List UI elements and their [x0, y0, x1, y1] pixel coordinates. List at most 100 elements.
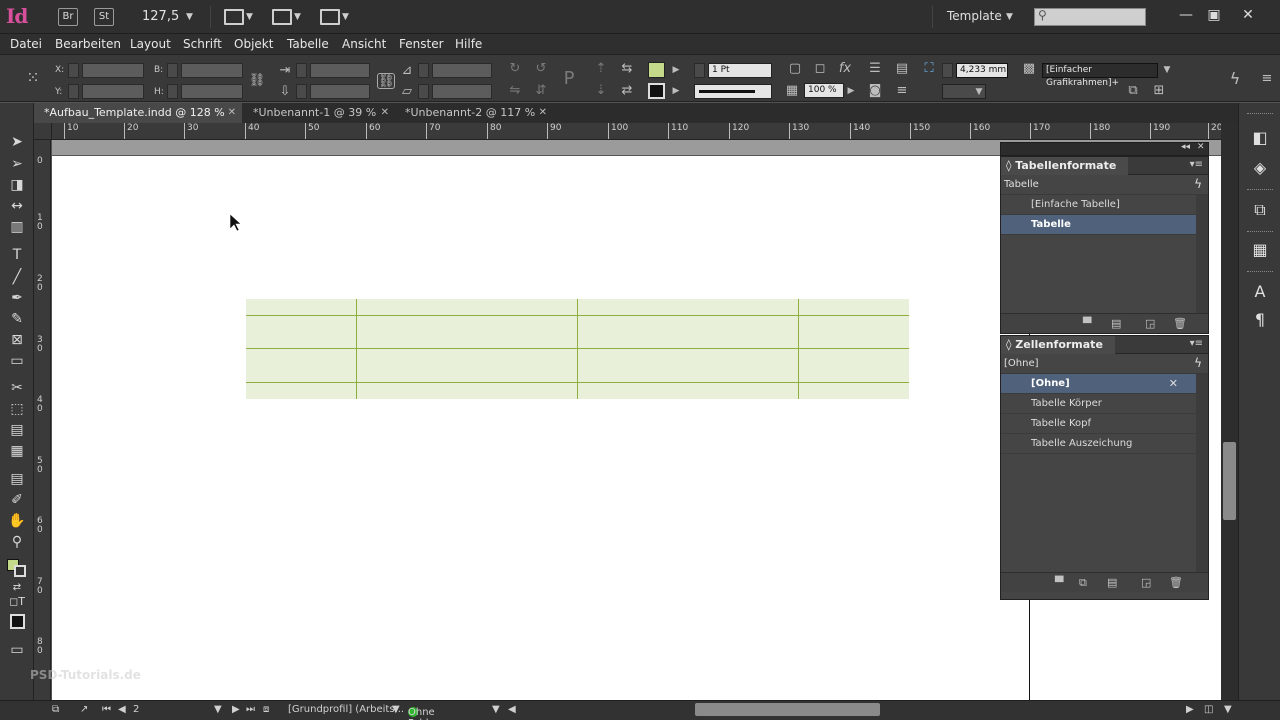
- list-item[interactable]: [Einfache Tabelle]: [1001, 195, 1208, 215]
- rectangle-frame-tool-icon[interactable]: ⊠: [7, 331, 27, 349]
- panel-menu-icon[interactable]: ≡: [1258, 71, 1276, 87]
- scale-x-field[interactable]: [310, 63, 370, 78]
- y-field[interactable]: [82, 84, 144, 99]
- view-options-icon[interactable]: [224, 9, 244, 25]
- clear-overrides-icon[interactable]: ⧉: [1079, 576, 1087, 590]
- menu-schrift[interactable]: Schrift: [183, 37, 222, 51]
- height-stepper[interactable]: [167, 84, 178, 99]
- object-style-dropdown-icon[interactable]: ▼: [1158, 62, 1176, 78]
- new-group-icon[interactable]: ▀: [1083, 317, 1091, 330]
- delete-style-icon[interactable]: 🗑: [1169, 576, 1183, 589]
- clear-overrides-icon[interactable]: ⧉: [1124, 83, 1142, 99]
- list-item[interactable]: Tabelle Kopf: [1001, 414, 1208, 434]
- list-item[interactable]: [Ohne] ✕: [1001, 374, 1208, 394]
- scroll-right-icon[interactable]: ▶: [1186, 704, 1194, 715]
- load-styles-icon[interactable]: ▤: [1111, 317, 1121, 330]
- note-tool-icon[interactable]: ▤: [7, 470, 27, 488]
- gradient-tool-icon[interactable]: ▤: [7, 421, 27, 439]
- new-group-icon[interactable]: ▀: [1055, 576, 1063, 589]
- type-tool-icon[interactable]: T: [7, 246, 27, 264]
- ruler-origin[interactable]: [34, 123, 52, 140]
- table-cell[interactable]: [246, 315, 357, 350]
- page-tool-icon[interactable]: ◨: [7, 176, 27, 194]
- page-dropdown-icon[interactable]: ▼: [214, 704, 222, 715]
- line-tool-icon[interactable]: ╱: [7, 268, 27, 286]
- rotation-stepper[interactable]: [418, 63, 429, 78]
- table-cell[interactable]: [577, 299, 799, 317]
- select-content-icon[interactable]: ⇣: [592, 83, 610, 99]
- gradient-feather-tool-icon[interactable]: ▦: [7, 442, 27, 460]
- scale-y-stepper[interactable]: [296, 84, 307, 99]
- arrange-documents-icon[interactable]: [320, 9, 340, 25]
- close-panel-icon[interactable]: ✕: [1197, 142, 1205, 152]
- menu-tabelle[interactable]: Tabelle: [287, 37, 329, 51]
- width-field[interactable]: [181, 63, 243, 78]
- page-panel-icon[interactable]: ⧈: [263, 704, 269, 715]
- list-item[interactable]: Tabelle: [1001, 215, 1208, 235]
- width-stepper[interactable]: [167, 63, 178, 78]
- table-cell[interactable]: [246, 382, 357, 399]
- text-wrap-none-icon[interactable]: ☰: [866, 61, 884, 77]
- table-cell[interactable]: [799, 382, 910, 399]
- menu-hilfe[interactable]: Hilfe: [455, 37, 482, 51]
- panel-scrollbar[interactable]: [1196, 195, 1208, 313]
- bridge-button[interactable]: Br: [58, 8, 78, 26]
- load-styles-icon[interactable]: ▤: [1107, 576, 1117, 589]
- opacity-dropdown-icon[interactable]: ▶: [842, 83, 860, 99]
- arrange-documents-dropdown-icon[interactable]: ▼: [342, 12, 349, 22]
- scissors-tool-icon[interactable]: ✂: [7, 379, 27, 397]
- vertical-ruler[interactable]: 0 1 0 2 0 3 0 4 0 5 0 6 0 7 0 8 0: [34, 140, 51, 700]
- screen-mode-tool-icon[interactable]: ▭: [7, 641, 27, 659]
- restore-icon[interactable]: ▣: [1200, 5, 1228, 25]
- x-stepper[interactable]: [68, 63, 79, 78]
- corner-shape-dropdown-icon[interactable]: ▼: [970, 84, 988, 100]
- scale-x-stepper[interactable]: [296, 63, 307, 78]
- close-tab-icon[interactable]: ✕: [381, 103, 389, 123]
- scroll-left-icon[interactable]: ◀: [508, 704, 516, 715]
- flip-vertical-icon[interactable]: ⇵: [532, 83, 550, 99]
- next-page-icon[interactable]: ▶: [232, 704, 240, 715]
- tab-unbenannt-1[interactable]: *Unbenannt-1 @ 39 % ✕: [243, 103, 395, 123]
- table-cell[interactable]: [246, 348, 357, 383]
- zoom-level[interactable]: 127,5: [142, 9, 179, 24]
- first-page-icon[interactable]: ⏮: [102, 704, 111, 715]
- table-panel-icon[interactable]: ▦: [1249, 239, 1271, 261]
- rotate-cw-icon[interactable]: ↻: [506, 61, 524, 77]
- workspace-dropdown-icon[interactable]: ▼: [1006, 12, 1013, 22]
- pencil-tool-icon[interactable]: ✎: [7, 310, 27, 328]
- x-field[interactable]: [82, 63, 144, 78]
- table-cell[interactable]: [577, 382, 799, 399]
- fitting-stepper[interactable]: [942, 63, 953, 78]
- table-cell[interactable]: [798, 315, 909, 350]
- panel-tab-zellenformate[interactable]: ◊ Zellenformate: [1001, 336, 1115, 354]
- character-styles-icon[interactable]: A: [1249, 281, 1271, 303]
- zoom-tool-icon[interactable]: ⚲: [7, 533, 27, 551]
- zoom-dropdown-icon[interactable]: ▼: [186, 12, 193, 22]
- fill-dropdown-icon[interactable]: ▶: [667, 62, 685, 78]
- table-cell[interactable]: [356, 299, 578, 317]
- rotation-field[interactable]: [432, 63, 492, 78]
- document-table[interactable]: [246, 299, 909, 399]
- minimize-icon[interactable]: —: [1172, 5, 1200, 25]
- pen-tool-icon[interactable]: ✒: [7, 289, 27, 307]
- list-item[interactable]: Tabelle Körper: [1001, 394, 1208, 414]
- menu-ansicht[interactable]: Ansicht: [342, 37, 386, 51]
- table-cell[interactable]: [356, 382, 578, 399]
- horizontal-ruler[interactable]: 10 20 30 40 50 60 70 80 90 100 110 120 1…: [52, 123, 1221, 140]
- dock-grip[interactable]: [1247, 113, 1273, 115]
- dock-grip[interactable]: [1247, 271, 1273, 273]
- last-page-icon[interactable]: ⏭: [246, 704, 255, 715]
- tab-unbenannt-2[interactable]: *Unbenannt-2 @ 117 % ✕: [395, 103, 553, 123]
- split-window-icon[interactable]: ◫: [1204, 704, 1213, 715]
- screen-mode-dropdown-icon[interactable]: ▼: [294, 12, 301, 22]
- panel-menu-icon[interactable]: ▾≡: [1190, 159, 1203, 170]
- pasteboard-view-icon[interactable]: ⧉: [52, 704, 59, 715]
- dock-grip[interactable]: [1247, 189, 1273, 191]
- list-item[interactable]: Tabelle Auszeichung: [1001, 434, 1208, 454]
- vertical-scroll-thumb[interactable]: [1223, 442, 1236, 520]
- layers-panel-icon[interactable]: ◈: [1249, 157, 1271, 179]
- profile-dropdown-icon[interactable]: ▼: [392, 704, 400, 715]
- scroll-down-icon[interactable]: ▼: [1224, 704, 1232, 715]
- quick-apply-icon[interactable]: ϟ: [1226, 71, 1244, 87]
- path-icon[interactable]: P: [560, 70, 578, 88]
